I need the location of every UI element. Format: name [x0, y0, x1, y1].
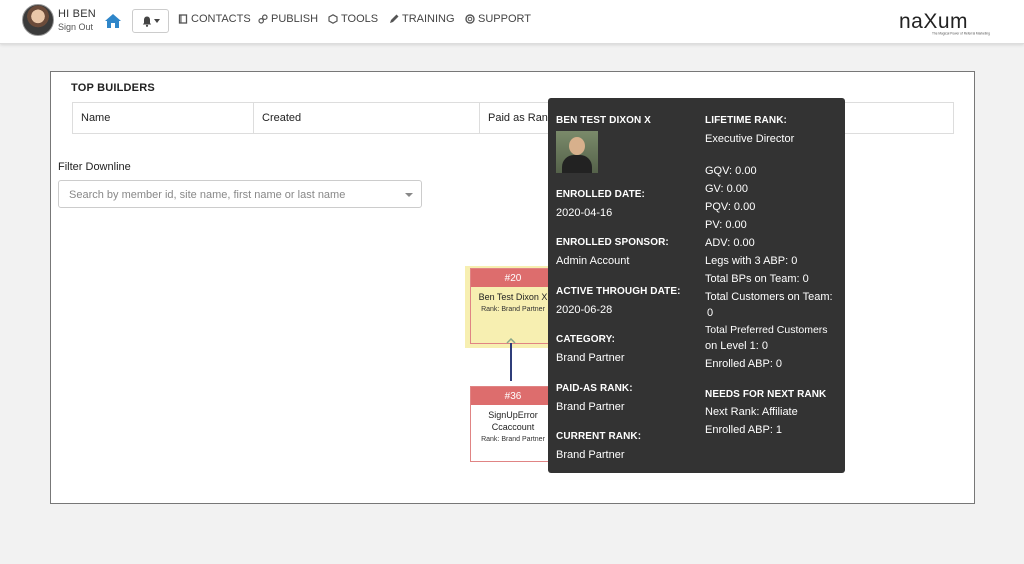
stat-preferred-customers-value: on Level 1: 0	[705, 340, 768, 352]
node-body: Ben Test Dixon X Rank: Brand Partner	[471, 287, 555, 343]
tree-node[interactable]: #20 Ben Test Dixon X Rank: Brand Partner	[470, 268, 556, 344]
downline-search-select[interactable]: Search by member id, site name, first na…	[58, 180, 422, 208]
member-photo	[556, 131, 598, 173]
tree-node[interactable]: #36 SignUpError Ccaccount Rank: Brand Pa…	[470, 386, 556, 462]
enrolled-date-label: ENROLLED DATE:	[556, 189, 645, 200]
nav-tools[interactable]: TOOLS	[328, 13, 378, 25]
nav-support[interactable]: SUPPORT	[465, 13, 531, 25]
naxum-logo[interactable]: naXum The Magical Power of Referral Mark…	[898, 8, 992, 36]
current-rank-value: Brand Partner	[556, 449, 625, 461]
active-through-label: ACTIVE THROUGH DATE:	[556, 286, 681, 297]
lifetime-rank-value: Executive Director	[705, 133, 795, 145]
category-label: CATEGORY:	[556, 334, 616, 345]
tree-connector	[510, 343, 512, 381]
stat-total-customers-label: Total Customers on Team:	[705, 291, 833, 303]
stat-adv: ADV: 0.00	[705, 237, 755, 249]
nav-publish-label: PUBLISH	[271, 13, 319, 25]
stat-gqv: GQV: 0.00	[705, 165, 757, 177]
stat-gv: GV: 0.00	[705, 183, 749, 195]
next-rank-value: Next Rank: Affiliate	[705, 406, 798, 418]
nav-training[interactable]: TRAINING	[389, 13, 455, 25]
nav-support-label: SUPPORT	[478, 13, 531, 25]
home-icon[interactable]	[104, 13, 122, 29]
member-info-tooltip: BEN TEST DIXON X ENROLLED DATE: 2020-04-…	[548, 98, 845, 473]
lifebuoy-icon	[465, 14, 475, 24]
greeting-text: HI BEN	[58, 8, 96, 20]
node-id: #36	[471, 387, 555, 405]
pencil-icon	[390, 14, 399, 23]
node-name: SignUpError Ccaccount	[488, 410, 538, 432]
book-icon	[178, 14, 188, 24]
nav-contacts[interactable]: CONTACTS	[178, 13, 251, 25]
caret-down-icon	[153, 19, 160, 23]
enrolled-date-value: 2020-04-16	[556, 207, 613, 219]
filter-downline-label: Filter Downline	[58, 161, 131, 173]
member-name: BEN TEST DIXON X	[556, 115, 651, 126]
current-rank-label: CURRENT RANK:	[556, 431, 642, 442]
top-navbar: HI BEN Sign Out CONTACTS PUBLISH TOOLS T…	[0, 0, 1024, 44]
notifications-button[interactable]	[132, 9, 169, 33]
node-rank: Rank: Brand Partner	[481, 306, 545, 313]
node-rank: Rank: Brand Partner	[481, 436, 545, 443]
next-enrolled-abp-value: Enrolled ABP: 1	[705, 424, 783, 436]
stat-enrolled-abp: Enrolled ABP: 0	[705, 358, 783, 370]
link-icon	[258, 14, 268, 24]
lifetime-rank-label: LIFETIME RANK:	[705, 115, 787, 126]
active-through-value: 2020-06-28	[556, 304, 613, 316]
user-avatar[interactable]	[22, 4, 54, 36]
search-placeholder: Search by member id, site name, first na…	[69, 189, 346, 201]
nav-publish[interactable]: PUBLISH	[258, 13, 318, 25]
stat-legs-3abp: Legs with 3 ABP: 0	[705, 255, 798, 267]
caret-down-icon	[405, 193, 413, 197]
stat-preferred-customers-label: Total Preferred Customers	[705, 324, 828, 336]
enrolled-sponsor-value: Admin Account	[556, 255, 630, 267]
needs-next-rank-label: NEEDS FOR NEXT RANK	[705, 389, 827, 400]
paid-as-rank-label: PAID-AS RANK:	[556, 383, 633, 394]
enrolled-sponsor-label: ENROLLED SPONSOR:	[556, 237, 669, 248]
nav-contacts-label: CONTACTS	[191, 13, 251, 25]
logo-tagline: The Magical Power of Referral Marketing	[932, 32, 990, 36]
stat-total-bps: Total BPs on Team: 0	[705, 273, 809, 285]
stat-total-customers-value: 0	[707, 307, 714, 319]
stat-pqv: PQV: 0.00	[705, 201, 756, 213]
stat-pv: PV: 0.00	[705, 219, 747, 231]
node-id: #20	[471, 269, 555, 287]
column-name[interactable]: Name	[73, 103, 254, 133]
category-value: Brand Partner	[556, 352, 625, 364]
column-created[interactable]: Created	[254, 103, 480, 133]
sign-out-link[interactable]: Sign Out	[58, 22, 93, 32]
node-name: Ben Test Dixon X	[478, 292, 548, 302]
tools-icon	[328, 14, 338, 24]
top-builders-title: TOP BUILDERS	[71, 82, 155, 94]
logo-text: naXum	[899, 10, 968, 33]
nav-tools-label: TOOLS	[341, 13, 379, 25]
nav-training-label: TRAINING	[402, 13, 455, 25]
paid-as-rank-value: Brand Partner	[556, 401, 625, 413]
bell-icon	[142, 16, 151, 27]
